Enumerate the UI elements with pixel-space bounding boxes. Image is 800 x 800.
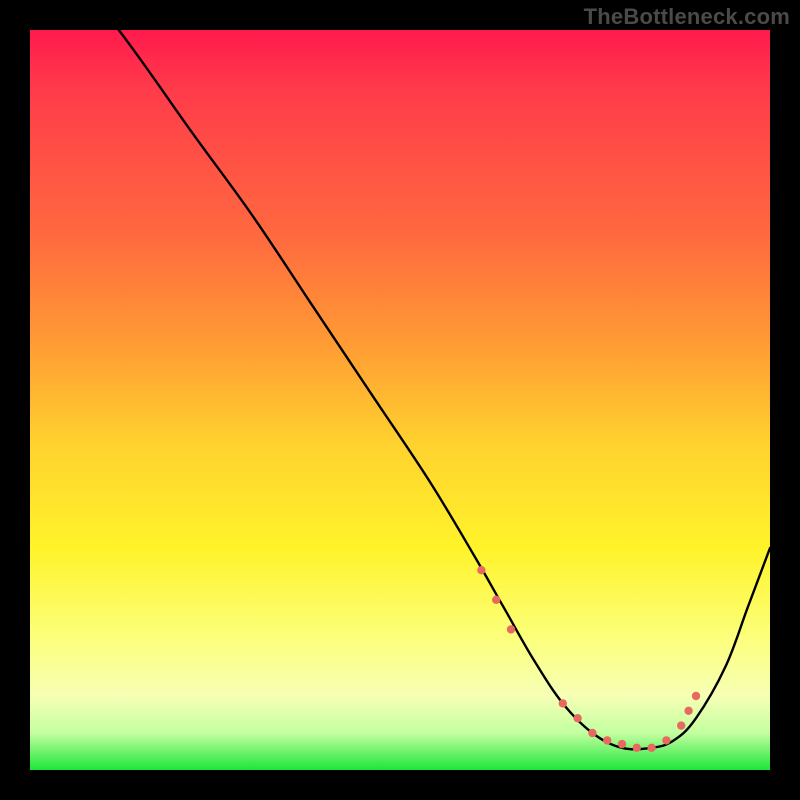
optimal-marker [507, 625, 515, 633]
curve-svg [30, 30, 770, 770]
optimal-marker [588, 729, 596, 737]
optimal-marker [559, 699, 567, 707]
chart-stage: TheBottleneck.com [0, 0, 800, 800]
optimal-marker [662, 736, 670, 744]
optimal-marker [684, 707, 692, 715]
plot-area [30, 30, 770, 770]
optimal-marker [618, 740, 626, 748]
optimal-marker [573, 714, 581, 722]
optimal-marker [633, 744, 641, 752]
watermark-text: TheBottleneck.com [584, 4, 790, 30]
optimal-marker [647, 744, 655, 752]
optimal-marker [477, 566, 485, 574]
bottleneck-curve [30, 30, 770, 749]
optimal-marker [603, 736, 611, 744]
optimal-marker [677, 721, 685, 729]
optimal-markers [477, 566, 700, 752]
optimal-marker [692, 692, 700, 700]
optimal-marker [492, 596, 500, 604]
